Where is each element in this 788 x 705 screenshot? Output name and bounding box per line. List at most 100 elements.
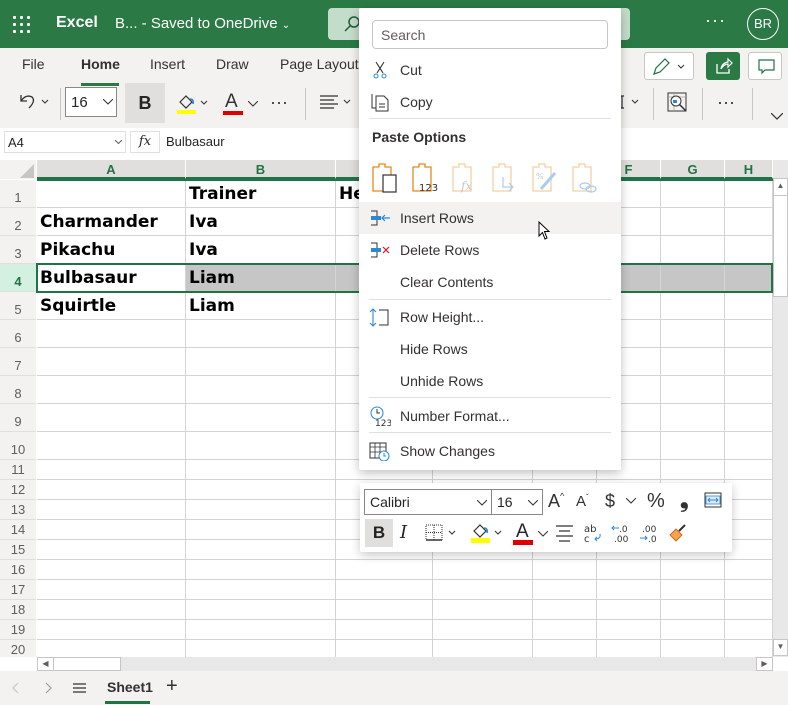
share-button[interactable]	[706, 52, 740, 80]
row-header-7[interactable]: 7	[0, 348, 36, 376]
cell-g8[interactable]	[661, 376, 725, 404]
cell-a4[interactable]: Bulbasaur	[37, 264, 186, 292]
cell-h17[interactable]	[725, 580, 773, 600]
cell-b13[interactable]	[186, 500, 336, 520]
more-commands-button[interactable]: ···	[270, 92, 288, 113]
cell-a20[interactable]	[37, 640, 186, 657]
cell-a8[interactable]	[37, 376, 186, 404]
increase-font-size-button[interactable]: A^	[548, 491, 564, 512]
paste-link-icon[interactable]	[571, 163, 599, 193]
cell-f19[interactable]	[597, 620, 661, 640]
insert-function-button[interactable]: fx	[130, 131, 160, 153]
row-header-15[interactable]: 15	[0, 540, 36, 560]
cell-e18[interactable]	[533, 600, 597, 620]
menu-item-clear-contents[interactable]: Clear Contents	[359, 266, 621, 298]
format-painter-icon[interactable]	[668, 523, 688, 543]
cell-a11[interactable]	[37, 460, 186, 480]
cell-g17[interactable]	[661, 580, 725, 600]
cell-g20[interactable]	[661, 640, 725, 657]
decrease-decimal-icon[interactable]: .00.0	[639, 523, 661, 543]
cell-a16[interactable]	[37, 560, 186, 580]
row-header-10[interactable]: 10	[0, 432, 36, 460]
column-header-a[interactable]: A	[37, 160, 186, 179]
cell-h10[interactable]	[725, 432, 773, 460]
cell-a5[interactable]: Squirtle	[37, 292, 186, 320]
cell-a17[interactable]	[37, 580, 186, 600]
cell-styles-button[interactable]	[620, 95, 642, 116]
tab-home[interactable]: Home	[81, 56, 120, 72]
row-header-8[interactable]: 8	[0, 376, 36, 404]
mini-font-color-button[interactable]: A	[513, 519, 551, 545]
cell-a6[interactable]	[37, 320, 186, 348]
cell-a12[interactable]	[37, 480, 186, 500]
center-align-icon[interactable]	[556, 525, 574, 543]
tab-draw[interactable]: Draw	[216, 56, 249, 72]
cell-b7[interactable]	[186, 348, 336, 376]
scroll-up-arrow-icon[interactable]: ▲	[773, 178, 788, 196]
cell-h3[interactable]	[725, 236, 773, 264]
tab-insert[interactable]: Insert	[150, 56, 185, 72]
menu-item-hide-rows[interactable]: Hide Rows	[359, 333, 621, 365]
cell-g9[interactable]	[661, 404, 725, 432]
vertical-scrollbar[interactable]: ▲ ▼	[773, 160, 788, 657]
cell-g2[interactable]	[661, 208, 725, 236]
cell-f16[interactable]	[597, 560, 661, 580]
cell-b12[interactable]	[186, 480, 336, 500]
app-name[interactable]: Excel	[56, 14, 98, 32]
row-header-1[interactable]: 1	[0, 180, 36, 208]
cell-g18[interactable]	[661, 600, 725, 620]
menu-item-delete-rows[interactable]: Delete Rows	[359, 234, 621, 266]
cell-h1[interactable]	[725, 180, 773, 208]
cell-e19[interactable]	[533, 620, 597, 640]
expand-ribbon-icon[interactable]	[771, 113, 783, 120]
cell-a15[interactable]	[37, 540, 186, 560]
cell-d16[interactable]	[433, 560, 533, 580]
cell-c19[interactable]	[336, 620, 433, 640]
cell-b4[interactable]: Liam	[186, 264, 336, 292]
editing-mode-button[interactable]	[644, 52, 694, 80]
cell-d17[interactable]	[433, 580, 533, 600]
cell-g4[interactable]	[661, 264, 725, 292]
previous-sheet-icon[interactable]	[11, 681, 21, 695]
tab-page-layout[interactable]: Page Layout	[280, 56, 359, 72]
row-header-14[interactable]: 14	[0, 520, 36, 540]
cell-d18[interactable]	[433, 600, 533, 620]
cell-d19[interactable]	[433, 620, 533, 640]
cell-b9[interactable]	[186, 404, 336, 432]
row-header-5[interactable]: 5	[0, 292, 36, 320]
wrap-text-icon[interactable]: abc	[583, 523, 603, 543]
cell-b15[interactable]	[186, 540, 336, 560]
cell-b16[interactable]	[186, 560, 336, 580]
chevron-down-icon[interactable]	[626, 498, 636, 504]
more-options-button[interactable]: ···	[705, 10, 726, 31]
row-header-19[interactable]: 19	[0, 620, 36, 640]
cell-a1[interactable]	[37, 180, 186, 208]
cell-h7[interactable]	[725, 348, 773, 376]
borders-icon[interactable]	[425, 524, 459, 542]
cell-h2[interactable]	[725, 208, 773, 236]
column-header-h[interactable]: H	[725, 160, 773, 179]
cell-h18[interactable]	[725, 600, 773, 620]
cell-e16[interactable]	[533, 560, 597, 580]
find-select-button[interactable]	[667, 92, 689, 119]
cell-b17[interactable]	[186, 580, 336, 600]
row-header-20[interactable]: 20	[0, 640, 36, 657]
cell-c20[interactable]	[336, 640, 433, 657]
cell-h14[interactable]	[725, 520, 773, 540]
cell-h5[interactable]	[725, 292, 773, 320]
cell-g5[interactable]	[661, 292, 725, 320]
menu-item-row-height[interactable]: Row Height...	[359, 301, 621, 333]
cell-h9[interactable]	[725, 404, 773, 432]
font-name-select[interactable]: Calibri	[364, 489, 492, 515]
cell-a2[interactable]: Charmander	[37, 208, 186, 236]
row-header-9[interactable]: 9	[0, 404, 36, 432]
comma-style-button[interactable]: ❟	[680, 487, 689, 513]
sheet-tab-sheet1[interactable]: Sheet1	[107, 679, 153, 695]
cell-b10[interactable]	[186, 432, 336, 460]
context-menu-search-input[interactable]: Search	[372, 20, 608, 49]
all-sheets-menu-icon[interactable]	[73, 681, 87, 695]
cell-h20[interactable]	[725, 640, 773, 657]
avatar[interactable]: BR	[747, 8, 779, 40]
cell-a7[interactable]	[37, 348, 186, 376]
cell-f18[interactable]	[597, 600, 661, 620]
